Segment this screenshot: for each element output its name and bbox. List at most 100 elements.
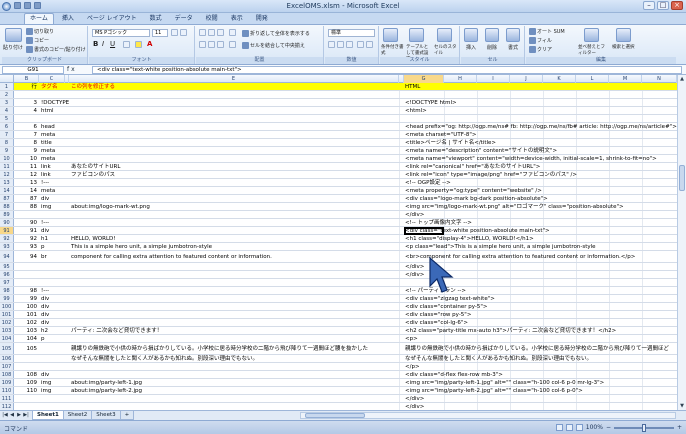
row-header[interactable]: 104 xyxy=(0,335,14,342)
row-header[interactable]: 8 xyxy=(0,139,14,146)
table-row[interactable]: 97 xyxy=(0,279,677,287)
cell-c[interactable]: div xyxy=(39,227,69,234)
autosum-button[interactable]: オート SUM xyxy=(529,28,565,35)
sheet-tab-sheet3[interactable]: Sheet3 xyxy=(91,411,121,420)
cell-b[interactable]: 7 xyxy=(15,131,39,138)
cell-c[interactable]: p xyxy=(39,243,69,250)
cell-b[interactable]: 90 xyxy=(15,219,39,226)
table-row[interactable]: 14 14 meta <meta property="og:type" content… xyxy=(0,187,677,195)
cell-e[interactable]: あなたのサイトURL xyxy=(69,163,399,170)
orientation-icon[interactable] xyxy=(229,29,236,36)
align-bottom-icon[interactable] xyxy=(217,29,224,36)
cell-g[interactable]: <div class="row py-5"> xyxy=(404,311,471,318)
cell-e[interactable] xyxy=(69,139,399,146)
row-header[interactable]: 97 xyxy=(0,279,14,286)
row-header[interactable]: 3 xyxy=(0,99,14,106)
last-sheet-icon[interactable]: ▶| xyxy=(23,412,29,419)
cell-e[interactable]: パーティ: 二次会など貸切できます！ xyxy=(69,327,399,334)
worksheet-grid[interactable]: 1 行タグ名 この列を修正する HTML 2 3 3 !DOCTYPE <!DOCTYPE ht… xyxy=(0,83,677,410)
cell-b[interactable] xyxy=(15,395,39,402)
delete-cells-icon[interactable] xyxy=(485,28,499,42)
cell-c[interactable]: div xyxy=(39,371,69,378)
cell-c[interactable]: meta xyxy=(39,187,69,194)
cell-c[interactable]: meta xyxy=(39,131,69,138)
font-size-combo[interactable]: 11 xyxy=(152,29,168,37)
cell-g[interactable]: <div class="zigzag text-white"> xyxy=(404,295,495,302)
cell-c[interactable] xyxy=(39,395,69,402)
cell-c[interactable] xyxy=(39,271,69,278)
cell-e[interactable] xyxy=(69,295,399,302)
cell-b[interactable]: 103 xyxy=(15,327,39,334)
cell-c[interactable]: div xyxy=(39,195,69,202)
insert-sheet-icon[interactable]: + xyxy=(119,411,135,420)
wrap-text-button[interactable]: 折り返して全体を表示する xyxy=(242,30,310,37)
scroll-down-icon[interactable]: ▼ xyxy=(678,402,686,410)
border-icon[interactable] xyxy=(123,41,130,48)
insert-cells-icon[interactable] xyxy=(464,28,478,42)
cell-e[interactable]: ファビコンのパス xyxy=(69,171,399,178)
cell-b[interactable] xyxy=(15,211,39,218)
table-row[interactable]: 102 102 div <div class="col-lg-6"> xyxy=(0,319,677,327)
table-row[interactable]: 110 110 img about:img/party-left-2.jpg <img … xyxy=(0,387,677,395)
cell-e[interactable] xyxy=(69,131,399,138)
format-cells-button[interactable]: 書式 xyxy=(508,45,518,51)
cell-e[interactable]: この列を修正する xyxy=(69,83,399,90)
cell-b[interactable]: 98 xyxy=(15,287,39,294)
cell-c[interactable]: img xyxy=(39,203,69,210)
table-row[interactable]: 11 11 link あなたのサイトURL <link rel="canonical" … xyxy=(0,163,677,171)
cell-styles-button[interactable]: セルのスタイル xyxy=(434,45,458,57)
next-sheet-icon[interactable]: ▶ xyxy=(16,412,22,419)
font-name-combo[interactable]: MS Pゴシック xyxy=(92,29,150,37)
row-header[interactable]: 2 xyxy=(0,91,14,98)
row-header[interactable]: 98 xyxy=(0,287,14,294)
header-row[interactable]: 1 行タグ名 この列を修正する HTML xyxy=(0,83,677,91)
row-header[interactable]: 105 xyxy=(0,343,14,354)
cell-b[interactable]: 9 xyxy=(15,147,39,154)
name-box[interactable]: G91 xyxy=(2,66,64,74)
table-row[interactable]: 87 87 div <div class="logo-mark bg-dark pos… xyxy=(0,195,677,203)
tab-page-layout[interactable]: ページ レイアウト xyxy=(82,14,142,24)
table-row[interactable]: 104 104 p <p> xyxy=(0,335,677,343)
format-as-table-icon[interactable] xyxy=(409,28,424,42)
row-header[interactable]: 94 xyxy=(0,251,14,262)
tab-home[interactable]: ホーム xyxy=(24,13,54,24)
table-row[interactable]: 95 </div> xyxy=(0,263,677,271)
cell-g[interactable]: <meta property="og:type" content="websit… xyxy=(404,187,542,194)
cell-e[interactable] xyxy=(69,147,399,154)
column-header-m[interactable]: M xyxy=(609,75,642,83)
delete-cells-button[interactable]: 削除 xyxy=(487,45,497,51)
table-row[interactable]: 108 108 div <div class="d-flex flex-row mb-… xyxy=(0,371,677,379)
sheet-tab-sheet2[interactable]: Sheet2 xyxy=(62,411,93,420)
cell-b[interactable]: 87 xyxy=(15,195,39,202)
cell-e[interactable] xyxy=(69,115,399,122)
cell-g[interactable] xyxy=(404,115,444,122)
row-header[interactable]: 112 xyxy=(0,403,14,410)
format-cells-icon[interactable] xyxy=(506,28,520,42)
cell-c[interactable]: div xyxy=(39,319,69,326)
currency-icon[interactable] xyxy=(328,41,335,48)
table-row[interactable]: 88 88 img about:img/logo-mark-wt.png <img sr… xyxy=(0,203,677,211)
zoom-slider[interactable] xyxy=(613,423,674,432)
table-row[interactable]: 93 93 p This is a simple hero unit, a simpl… xyxy=(0,243,677,251)
vertical-scrollbar[interactable]: ▲ ▼ xyxy=(677,75,686,410)
table-row[interactable]: 6 6 head <head prefix="og: http://ogp.me/ns… xyxy=(0,123,677,131)
cell-e[interactable] xyxy=(69,319,399,326)
bold-button[interactable]: B xyxy=(93,41,98,48)
row-header[interactable]: 14 xyxy=(0,187,14,194)
scroll-up-icon[interactable]: ▲ xyxy=(678,75,686,83)
zoom-level[interactable]: 100% xyxy=(586,424,603,431)
comma-icon[interactable] xyxy=(346,41,353,48)
cell-c[interactable]: !DOCTYPE xyxy=(39,99,69,106)
table-row[interactable]: 94 94 br component for calling extra attent… xyxy=(0,251,677,263)
table-row[interactable]: 107 </p> xyxy=(0,363,677,371)
cell-c[interactable] xyxy=(39,403,69,410)
cell-g[interactable]: <link rel="canonical" href="あなたのサイトURL"> xyxy=(404,163,540,170)
cell-g[interactable]: </div> xyxy=(404,395,444,402)
insert-cells-button[interactable]: 挿入 xyxy=(466,45,476,51)
cell-e[interactable]: component for calling extra attention to… xyxy=(69,251,399,262)
cell-g[interactable]: <html> xyxy=(404,107,444,114)
table-row[interactable]: 7 7 meta <meta charset="UTF-8"> xyxy=(0,131,677,139)
indent-icon[interactable] xyxy=(229,41,236,48)
cell-g[interactable]: <div class="text-white position-absolute… xyxy=(404,227,550,234)
cell-e[interactable] xyxy=(69,303,399,310)
